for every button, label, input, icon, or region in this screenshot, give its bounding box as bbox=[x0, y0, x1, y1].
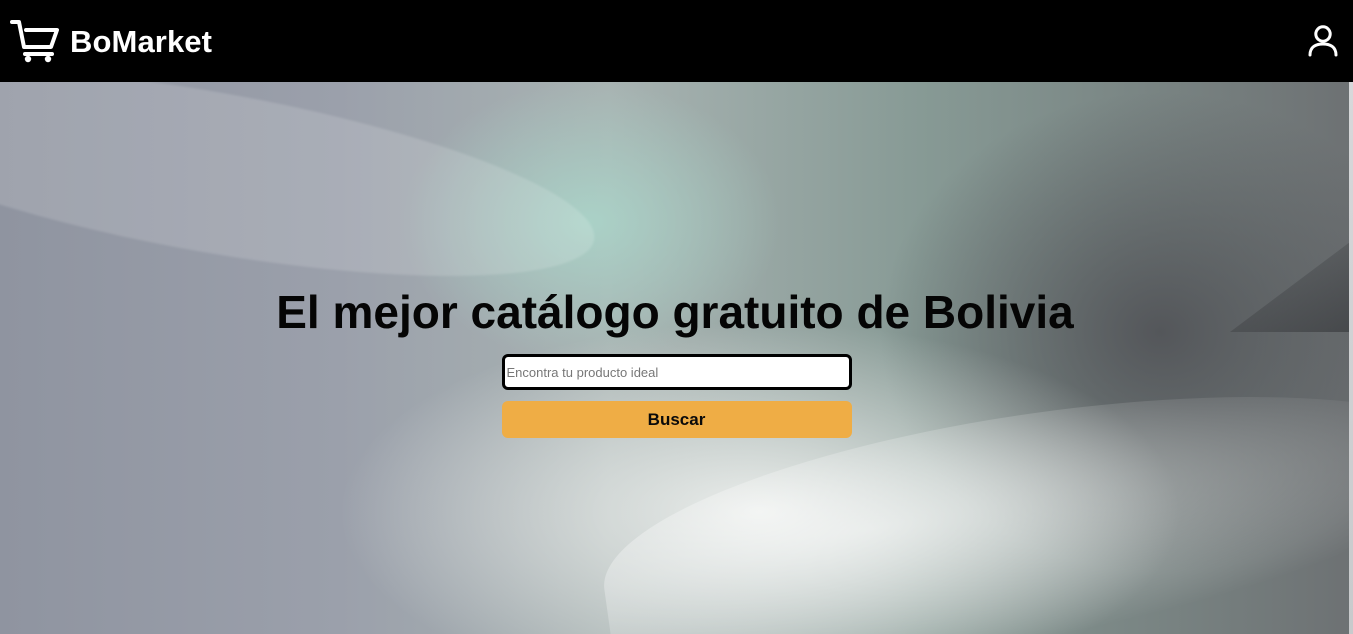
user-icon bbox=[1308, 25, 1338, 57]
hero-section: El mejor catálogo gratuito de Bolivia Bu… bbox=[0, 82, 1353, 634]
product-search-input[interactable] bbox=[501, 354, 852, 390]
search-button[interactable]: Buscar bbox=[501, 401, 852, 438]
hero-title: El mejor catálogo gratuito de Bolivia bbox=[276, 286, 1074, 338]
brand-name: BoMarket bbox=[70, 23, 213, 59]
hero-content: El mejor catálogo gratuito de Bolivia Bu… bbox=[0, 286, 1353, 438]
shopping-cart-icon bbox=[10, 20, 59, 63]
brand-home-link[interactable]: BoMarket bbox=[9, 18, 212, 64]
user-account-button[interactable] bbox=[1305, 21, 1341, 61]
top-navbar: BoMarket bbox=[0, 0, 1353, 82]
